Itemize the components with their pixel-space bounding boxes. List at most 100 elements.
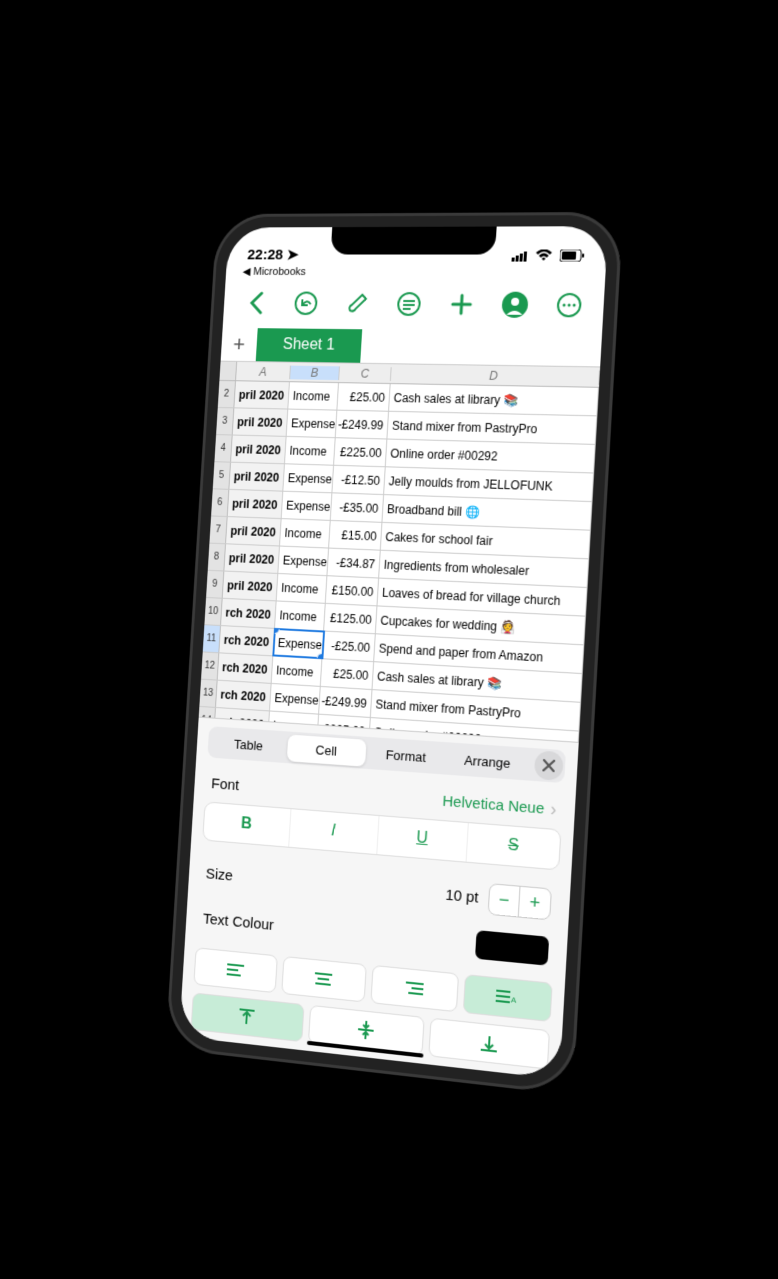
undo-button[interactable] [288, 285, 324, 320]
tab-table[interactable]: Table [209, 728, 288, 760]
cell[interactable]: -£35.00 [331, 493, 384, 522]
cell[interactable]: Income [285, 437, 336, 465]
tab-format[interactable]: Format [365, 739, 447, 772]
brush-button[interactable] [339, 286, 375, 322]
cell[interactable]: Stand mixer from PastryPro [387, 412, 597, 444]
align-right-button[interactable] [370, 964, 458, 1011]
cell[interactable]: pril 2020 [224, 544, 280, 573]
underline-button[interactable]: U [377, 816, 469, 862]
cell[interactable]: £15.00 [329, 521, 382, 550]
cell[interactable]: -£25.00 [322, 631, 375, 661]
cell[interactable]: rch 2020 [221, 599, 277, 628]
cell[interactable]: Expense [282, 491, 333, 519]
size-decrease-button[interactable]: − [489, 884, 521, 916]
size-increase-button[interactable]: + [519, 886, 551, 918]
comment-button[interactable] [390, 286, 427, 322]
cell[interactable]: £125.00 [324, 604, 377, 633]
cell[interactable]: -£249.99 [336, 410, 389, 438]
share-button[interactable] [496, 286, 534, 322]
row-header[interactable]: 4 [214, 435, 232, 462]
row-header[interactable]: 11 [203, 625, 221, 652]
cell[interactable]: pril 2020 [233, 408, 289, 436]
cell[interactable]: pril 2020 [229, 462, 285, 490]
cell[interactable]: Income [280, 519, 331, 547]
cell[interactable]: £225.00 [334, 438, 387, 466]
cell[interactable]: rch 2020 [216, 680, 272, 710]
align-left-button[interactable] [193, 947, 277, 993]
add-sheet-button[interactable]: + [221, 328, 258, 361]
cell[interactable]: Online order #00292 [386, 439, 596, 472]
align-auto-button[interactable]: A [462, 974, 552, 1022]
chevron-right-icon: › [550, 798, 557, 820]
cell[interactable]: -£34.87 [327, 548, 380, 577]
row-header[interactable]: 3 [216, 408, 234, 435]
font-value: Helvetica Neue [442, 792, 545, 817]
size-value: 10 pt [445, 886, 479, 906]
column-header-a[interactable]: A [236, 364, 291, 379]
cell[interactable]: Income [272, 656, 323, 686]
cell[interactable]: pril 2020 [223, 571, 279, 600]
breadcrumb[interactable]: ◀ Microbooks [225, 265, 605, 283]
row-header[interactable]: 2 [218, 381, 236, 407]
size-stepper: − + [488, 883, 552, 920]
cell[interactable]: pril 2020 [231, 435, 287, 463]
tab-arrange[interactable]: Arrange [445, 744, 529, 777]
row-header[interactable]: 10 [204, 598, 222, 625]
row-header[interactable]: 6 [211, 489, 229, 516]
valign-top-button[interactable] [191, 992, 305, 1042]
close-panel-button[interactable] [534, 750, 564, 781]
cell[interactable]: rch 2020 [218, 653, 274, 683]
column-header-c[interactable]: C [339, 366, 392, 381]
cell[interactable]: Expense [278, 546, 329, 575]
size-label: Size [205, 865, 233, 884]
row-header[interactable]: 9 [206, 571, 224, 598]
back-button[interactable] [238, 285, 273, 320]
toolbar [223, 281, 605, 331]
row-header[interactable]: 5 [213, 462, 231, 489]
cell[interactable]: Income [277, 574, 328, 603]
row-header[interactable]: 8 [208, 543, 226, 570]
sheet-tab[interactable]: Sheet 1 [256, 328, 363, 363]
cell[interactable]: rch 2020 [219, 626, 275, 655]
cell[interactable]: Expense [273, 629, 324, 658]
wifi-icon [531, 246, 556, 263]
cell[interactable]: £25.00 [337, 383, 390, 411]
location-icon: ➤ [286, 246, 299, 263]
valign-bottom-button[interactable] [429, 1017, 550, 1069]
spreadsheet-grid[interactable]: A B C D 2pril 2020Income£25.00Cash sales… [199, 361, 600, 741]
strikethrough-button[interactable]: S [467, 823, 561, 869]
cell[interactable]: Expense [270, 684, 321, 714]
row-header[interactable]: 12 [201, 652, 219, 679]
more-button[interactable] [550, 287, 588, 324]
text-colour-label: Text Colour [203, 910, 275, 934]
column-header-b[interactable]: B [290, 365, 340, 380]
cell[interactable]: pril 2020 [228, 490, 284, 518]
row-header[interactable]: 7 [209, 516, 227, 543]
bold-button[interactable]: B [203, 802, 291, 846]
signal-icon [507, 246, 532, 263]
cell[interactable]: pril 2020 [226, 517, 282, 545]
cell[interactable]: £150.00 [326, 576, 379, 605]
cell[interactable]: Income [288, 382, 339, 409]
cell[interactable]: -£249.99 [319, 687, 372, 717]
format-panel: Table Cell Format Arrange Font Helvetica… [179, 716, 579, 1079]
italic-button[interactable]: I [289, 809, 379, 854]
cell[interactable]: Expense [283, 464, 334, 492]
tab-cell[interactable]: Cell [286, 733, 366, 765]
row-header[interactable]: 13 [199, 679, 217, 706]
svg-text:A: A [511, 994, 518, 1004]
align-center-button[interactable] [281, 955, 367, 1002]
text-colour-swatch[interactable] [475, 930, 549, 966]
cell[interactable]: Cash sales at library 📚 [389, 384, 599, 415]
font-label: Font [211, 775, 240, 794]
cell[interactable]: -£12.50 [332, 466, 385, 494]
cell[interactable]: Income [275, 601, 326, 630]
cell[interactable]: Expense [287, 409, 338, 437]
battery-icon [555, 246, 584, 263]
cell[interactable]: £25.00 [321, 659, 374, 689]
status-time: 22:28 [247, 247, 284, 264]
column-header-d[interactable]: D [391, 366, 600, 384]
cell[interactable]: pril 2020 [234, 381, 290, 408]
add-button[interactable] [443, 286, 480, 322]
select-all-corner[interactable] [219, 361, 237, 380]
